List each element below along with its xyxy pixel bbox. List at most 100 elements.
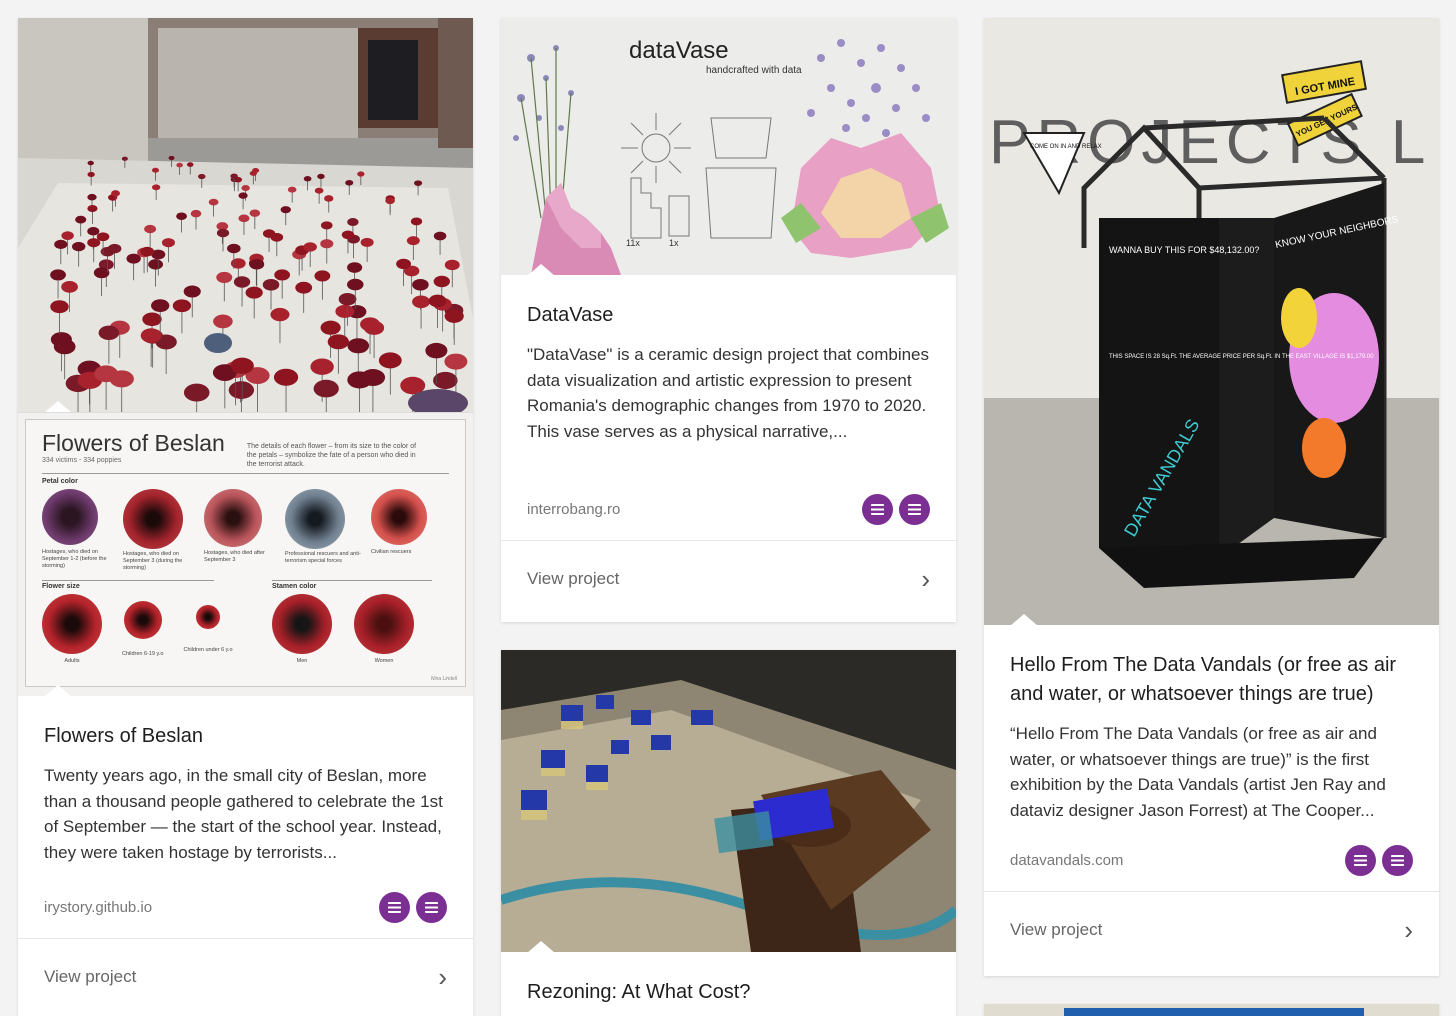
poppy-flower <box>213 314 233 329</box>
poppy-flower <box>75 215 87 224</box>
poppy-flower <box>190 209 202 218</box>
poppy-flower <box>412 295 431 309</box>
card-meta: irystory.github.io <box>44 890 447 924</box>
project-image-next[interactable] <box>984 1004 1439 1016</box>
poppy-flower <box>176 162 183 168</box>
poppy-flower <box>183 383 210 402</box>
poppy-flower <box>227 243 241 254</box>
poppy-flower <box>249 259 265 270</box>
card-meta: datavandals.com <box>1010 843 1413 877</box>
poppy-flower <box>327 334 349 350</box>
poppy-flower <box>412 278 429 291</box>
poppy-flower <box>161 238 175 248</box>
view-project-link[interactable]: View project › <box>984 892 1439 968</box>
poppy-flower <box>262 229 276 238</box>
infographic-poppy: Men <box>272 594 332 664</box>
source-domain[interactable]: irystory.github.io <box>44 899 152 916</box>
card-body: Rezoning: At What Cost? <box>501 978 956 1007</box>
card-description: "DataVase" is a ceramic design project t… <box>527 345 929 441</box>
poppy-flower <box>50 300 69 314</box>
project-card-datavase[interactable]: dataVase handcrafted with data 11x 1x Da… <box>501 18 956 622</box>
poppy-flower <box>111 190 121 197</box>
project-image-flowers-of-beslan[interactable] <box>18 18 473 412</box>
poppy-flower <box>320 221 333 230</box>
project-card-next[interactable] <box>984 1004 1439 1016</box>
poppy-flower <box>54 239 68 249</box>
poppy-flower <box>444 259 460 271</box>
poppy-flower <box>245 286 263 299</box>
category-badges <box>862 493 930 525</box>
poppy-flower <box>249 170 257 176</box>
project-grid: Flowers of Beslan 334 victims - 334 popp… <box>0 0 1456 1016</box>
list-icon[interactable] <box>416 891 447 923</box>
poppy-flower <box>208 198 219 206</box>
datavase-count-b: 1x <box>669 238 679 248</box>
poppy-flower <box>98 325 120 341</box>
poppy-flower <box>444 353 468 370</box>
poppy-flower <box>314 270 331 282</box>
poppy-flower <box>317 173 325 180</box>
poppy-flower <box>228 381 255 399</box>
board-wanna-buy: WANNA BUY THIS FOR $48,132.00? <box>1109 245 1259 255</box>
card-body: Flowers of Beslan Twenty years ago, in t… <box>18 722 473 924</box>
chevron-right-icon: › <box>1404 915 1413 945</box>
list-icon[interactable] <box>899 493 930 525</box>
poppy-flower <box>241 185 250 192</box>
list-icon[interactable] <box>862 493 893 525</box>
view-project-link[interactable]: View project › <box>18 939 473 1015</box>
project-card-rezoning[interactable]: Rezoning: At What Cost? <box>501 650 956 1016</box>
infographic-poppy: Hostages, who died on September 1-2 (bef… <box>42 489 117 572</box>
poppy-flower <box>280 206 291 214</box>
poppy-flower <box>72 241 86 252</box>
card-title[interactable]: Flowers of Beslan <box>44 722 447 751</box>
infographic-rule <box>42 473 449 474</box>
poppy-flower <box>151 167 159 173</box>
poppy-flower <box>87 204 98 213</box>
infographic-heading: Flowers of Beslan <box>42 430 225 456</box>
source-domain[interactable]: datavandals.com <box>1010 852 1123 869</box>
view-project-link[interactable]: View project › <box>501 541 956 617</box>
poppy-flower <box>107 243 122 254</box>
card-description: “Hello From The Data Vandals (or free as… <box>1010 724 1386 820</box>
poppy-flower <box>310 358 334 375</box>
poppy-flower <box>357 171 365 177</box>
poppy-flower <box>406 236 420 246</box>
poppy-flower <box>140 328 162 343</box>
poppy-flower <box>87 160 94 166</box>
poppy-flower <box>249 209 261 217</box>
list-icon[interactable] <box>379 891 410 923</box>
project-image-data-vandals[interactable]: PROJECTS L COME ON IN AND RELAX I GOT MI… <box>984 18 1439 625</box>
list-icon[interactable] <box>1345 844 1376 876</box>
flower-size-label: Flower size <box>42 580 214 590</box>
board-space: THIS SPACE IS 28 Sq.Ft. THE AVERAGE PRIC… <box>1109 354 1374 360</box>
poppy-flower <box>144 224 157 234</box>
project-image-datavase[interactable]: dataVase handcrafted with data 11x 1x <box>501 18 956 275</box>
category-badges <box>1345 844 1413 876</box>
category-badges <box>379 891 447 923</box>
card-title[interactable]: DataVase <box>527 301 930 330</box>
poppy-flower <box>87 193 97 201</box>
poppy-flower <box>444 309 464 323</box>
card-title[interactable]: Hello From The Data Vandals (or free as … <box>1010 651 1413 709</box>
poppy-flower <box>151 299 170 313</box>
project-card-flowers-of-beslan[interactable]: Flowers of Beslan 334 victims - 334 popp… <box>18 18 473 1016</box>
poppy-flower <box>410 217 423 226</box>
poppy-flower <box>197 173 206 180</box>
card-body: Hello From The Data Vandals (or free as … <box>984 651 1439 877</box>
card-title[interactable]: Rezoning: At What Cost? <box>527 978 930 1007</box>
project-card-data-vandals[interactable]: PROJECTS L COME ON IN AND RELAX I GOT MI… <box>984 18 1439 976</box>
infographic-poppy: Children 6-19 y.o <box>122 601 163 657</box>
poppy-flower <box>61 280 78 293</box>
poppy-flower <box>360 237 374 247</box>
poppy-flower <box>87 227 100 236</box>
poppy-flower <box>425 342 448 359</box>
poppy-flower <box>53 339 76 355</box>
poppy-flower <box>347 218 359 226</box>
poppy-flower <box>216 271 233 284</box>
card-meta: interrobang.ro <box>527 492 930 526</box>
source-domain[interactable]: interrobang.ro <box>527 501 620 518</box>
poppy-flower <box>168 155 175 161</box>
view-project-label: View project <box>527 569 620 588</box>
project-image-rezoning[interactable] <box>501 650 956 952</box>
list-icon[interactable] <box>1382 844 1413 876</box>
